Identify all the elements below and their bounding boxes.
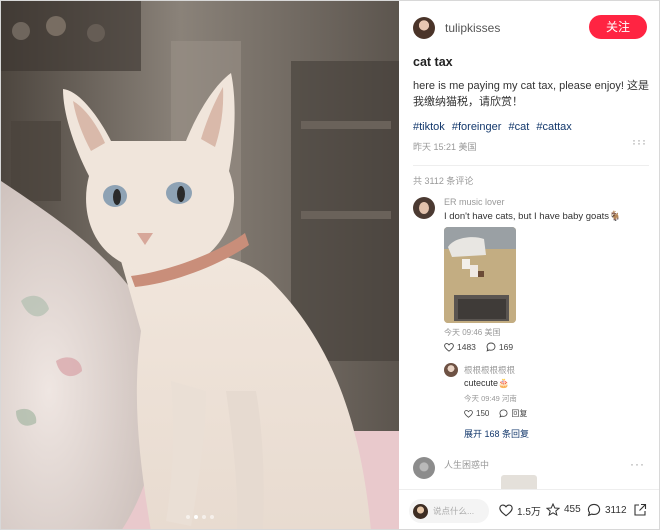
reply-text: cutecute🎂 bbox=[464, 378, 510, 388]
comment-item: ER music lover I don't have cats, but I … bbox=[413, 134, 649, 439]
tag-link[interactable]: #tiktok bbox=[413, 121, 445, 133]
note-description: here is me paying my cat tax, please enj… bbox=[413, 80, 649, 108]
comment-count: 共 3112 条评论 bbox=[413, 176, 474, 186]
reply-reply-button[interactable]: 回复 bbox=[499, 408, 527, 419]
carousel-dot[interactable] bbox=[210, 515, 214, 519]
reply-like-count: 150 bbox=[476, 409, 490, 418]
comment-text: I don't have cats, but I have baby goats… bbox=[444, 211, 621, 222]
author-name[interactable]: tulipkisses bbox=[445, 21, 500, 35]
note-date: 昨天 15:21 美国 bbox=[413, 142, 477, 152]
carousel-dot[interactable] bbox=[186, 515, 190, 519]
comment-input[interactable]: 说点什么... bbox=[409, 499, 489, 523]
comment-input-placeholder: 说点什么... bbox=[433, 506, 475, 516]
replier-name[interactable]: 根根根根根根 bbox=[464, 364, 515, 376]
tag-link[interactable]: #cat bbox=[508, 121, 529, 133]
commenter-avatar[interactable] bbox=[413, 457, 435, 479]
reply-item: 根根根根根根 cutecute🎂 今天 09:49 河南 150 回复 展开 1… bbox=[444, 363, 649, 443]
carousel-dot[interactable] bbox=[202, 515, 206, 519]
share-button[interactable] bbox=[633, 503, 647, 520]
commenter-name[interactable]: ER music lover bbox=[444, 197, 505, 207]
note-title: cat tax bbox=[413, 55, 453, 69]
reply-actions: 150 回复 bbox=[464, 408, 527, 419]
collect-button[interactable]: 455 bbox=[546, 503, 581, 516]
comment-like-button[interactable]: 1483 bbox=[444, 342, 476, 352]
share-icon bbox=[634, 503, 647, 516]
comment-like-count: 1483 bbox=[457, 342, 476, 352]
comment-button[interactable]: 3112 bbox=[587, 503, 627, 517]
note-panel: tulipkisses 关注 cat tax here is me paying… bbox=[399, 1, 659, 529]
tag-link[interactable]: #foreinger bbox=[452, 121, 502, 133]
replier-avatar[interactable] bbox=[444, 363, 458, 377]
note-detail-window: tulipkisses 关注 cat tax here is me paying… bbox=[0, 0, 660, 530]
comment-reply-button[interactable]: 169 bbox=[486, 342, 513, 352]
chat-bubble-icon bbox=[499, 409, 508, 418]
engagement-bar: 说点什么... 1.5万 455 3112 bbox=[399, 489, 659, 529]
comment-more-icon[interactable]: ··· bbox=[632, 134, 647, 146]
comment-actions: 1483 169 bbox=[444, 342, 513, 352]
divider bbox=[413, 165, 649, 166]
note-tags: #tiktok #foreinger #cat #cattax bbox=[413, 121, 649, 133]
note-content: cat tax here is me paying my cat tax, pl… bbox=[413, 55, 649, 153]
commenter-name[interactable]: 人生困惑中 bbox=[444, 458, 489, 471]
expand-replies-link[interactable]: 展开 168 条回复 bbox=[464, 427, 529, 440]
reply-like-button[interactable]: 150 bbox=[464, 408, 489, 419]
star-icon bbox=[546, 503, 560, 516]
heart-icon bbox=[499, 504, 513, 517]
comment-image[interactable] bbox=[444, 227, 516, 323]
heart-icon bbox=[444, 342, 454, 352]
follow-button[interactable]: 关注 bbox=[589, 15, 647, 39]
note-meta: 昨天 15:21 美国 ··· bbox=[413, 137, 649, 153]
note-photo[interactable] bbox=[1, 1, 399, 529]
reply-label: 回复 bbox=[511, 409, 528, 418]
comment-image[interactable] bbox=[501, 475, 537, 489]
chat-bubble-icon bbox=[486, 342, 496, 352]
reply-meta: 今天 09:49 河南 bbox=[464, 394, 517, 403]
cat-photo-illustration bbox=[1, 1, 399, 529]
collect-count: 455 bbox=[564, 504, 581, 515]
commenter-avatar[interactable] bbox=[413, 197, 435, 219]
author-avatar[interactable] bbox=[413, 17, 435, 39]
comment-meta: 今天 09:46 美国 bbox=[444, 328, 501, 337]
comment-more-icon[interactable]: ··· bbox=[630, 458, 645, 470]
chat-bubble-icon bbox=[587, 503, 601, 517]
tag-link[interactable]: #cattax bbox=[536, 121, 571, 133]
carousel-dot-active[interactable] bbox=[194, 515, 198, 519]
heart-icon bbox=[464, 409, 473, 418]
like-button[interactable]: 1.5万 bbox=[499, 503, 541, 518]
like-count: 1.5万 bbox=[517, 507, 541, 518]
author-info[interactable]: tulipkisses bbox=[413, 15, 500, 41]
comment-reply-count: 169 bbox=[498, 342, 514, 352]
user-avatar bbox=[413, 503, 428, 519]
carousel-indicator bbox=[1, 515, 399, 519]
comment-total-count: 3112 bbox=[605, 504, 627, 516]
